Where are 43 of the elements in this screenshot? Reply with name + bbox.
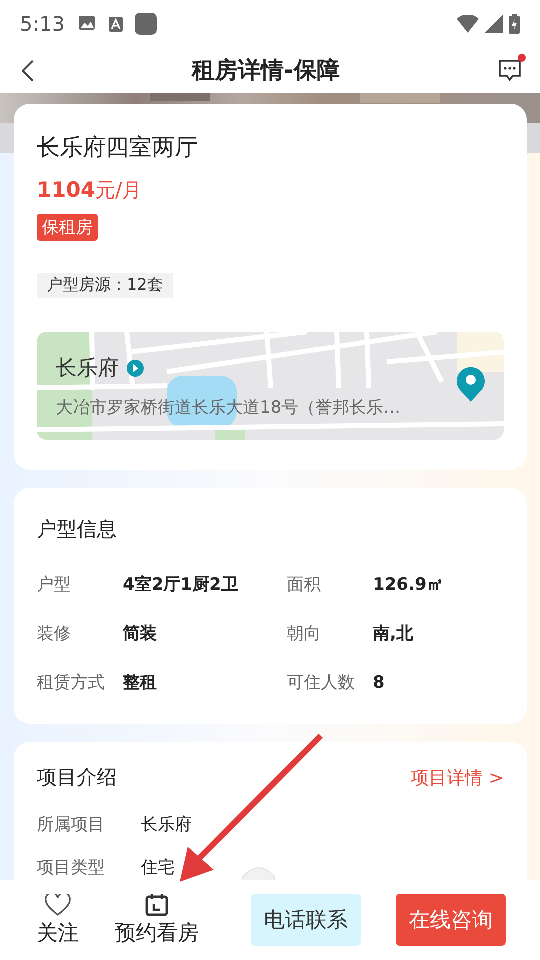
map-address: 大冶市罗家桥街道长乐大道18号（誉邦长乐… xyxy=(56,397,401,419)
battery-icon xyxy=(509,14,520,34)
calendar-icon xyxy=(145,893,169,917)
wifi-icon xyxy=(457,15,479,33)
heart-icon xyxy=(45,894,71,916)
field-label: 所属项目 xyxy=(37,814,106,836)
field-label: 朝向 xyxy=(287,623,322,645)
units-label: 户型房源：12套 xyxy=(37,273,174,298)
back-icon[interactable] xyxy=(22,60,34,82)
message-icon[interactable] xyxy=(498,58,522,82)
signal-icon xyxy=(485,15,503,33)
map-place-name: 长乐府 xyxy=(56,355,119,382)
field-value: 住宅 xyxy=(141,857,176,879)
price: 1104元/月 xyxy=(37,177,144,204)
listing-title: 长乐府四室两厅 xyxy=(37,134,199,163)
field-label: 可住人数 xyxy=(287,672,356,694)
field-label: 面积 xyxy=(287,574,322,596)
app-icon xyxy=(134,13,157,35)
field-label: 户型 xyxy=(37,574,72,596)
field-value: 整租 xyxy=(123,672,158,694)
map-pin-icon xyxy=(456,366,486,402)
field-value: 126.9㎡ xyxy=(373,574,445,596)
play-icon[interactable] xyxy=(127,360,144,376)
section-title: 项目介绍 xyxy=(37,764,117,791)
status-time: 5:13 xyxy=(20,12,65,36)
font-icon xyxy=(108,16,123,32)
field-value: 简装 xyxy=(123,623,158,645)
field-label: 项目类型 xyxy=(37,857,106,879)
field-value: 8 xyxy=(373,672,386,692)
field-label: 装修 xyxy=(37,623,72,645)
field-value: 南,北 xyxy=(373,623,414,645)
page-title: 租房详情-保障 xyxy=(190,57,341,86)
consult-button[interactable]: 在线咨询 xyxy=(396,894,506,946)
call-button[interactable]: 电话联系 xyxy=(251,894,361,946)
gallery-icon xyxy=(78,16,97,32)
field-value: 4室2厅1厨2卫 xyxy=(123,574,240,596)
follow-button[interactable]: 关注 xyxy=(37,894,79,946)
field-value: 长乐府 xyxy=(141,814,192,836)
section-title: 户型信息 xyxy=(37,516,117,543)
schedule-viewing-button[interactable]: 预约看房 xyxy=(115,893,199,947)
project-details-link[interactable]: 项目详情 > xyxy=(411,766,504,790)
field-label: 租赁方式 xyxy=(37,672,106,694)
housing-tag: 保租房 xyxy=(37,214,98,241)
